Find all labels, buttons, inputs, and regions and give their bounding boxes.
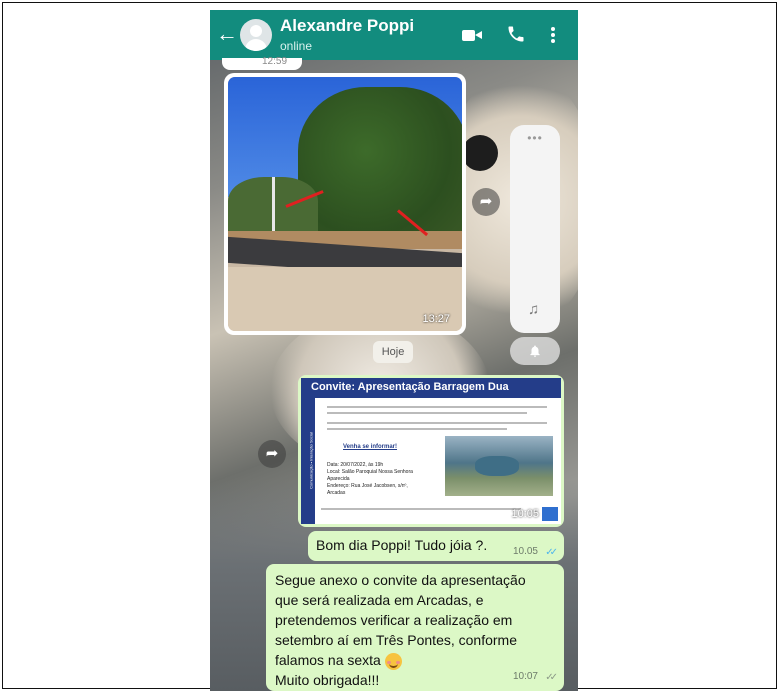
message-line: setembro aí em Três Pontes, conforme [275, 632, 517, 648]
invitation-header-prefix: Convite: [311, 381, 355, 393]
dam-reservoir [475, 456, 519, 476]
phone-icon[interactable] [506, 24, 530, 46]
contact-status: online [280, 39, 313, 53]
invitation-image[interactable]: Convite: Apresentação Barragem Dua Comun… [301, 378, 561, 524]
previous-message-time: 12:59 [262, 56, 288, 67]
chat-screen: ← Alexandre Poppi online 12:59 13:27 ➦ •… [210, 10, 578, 691]
more-dot [551, 27, 555, 31]
forward-icon[interactable]: ➦ [472, 188, 500, 216]
photo-pole [272, 177, 275, 237]
chat-header: ← Alexandre Poppi online [210, 10, 578, 60]
date-separator: Hoje [373, 341, 413, 363]
outgoing-message[interactable]: Segue anexo o convite da apresentação qu… [266, 564, 564, 691]
invitation-cta: Venha se informar! [343, 444, 398, 450]
message-time: 10:07 [512, 671, 538, 682]
message-text: Segue anexo o convite da apresentação qu… [275, 570, 543, 690]
invitation-detail-line: Data: 20/07/2022, às 19h [327, 462, 384, 468]
invitation-footer-line [321, 508, 521, 510]
message-time: 10.05 [512, 546, 538, 557]
photo-attachment[interactable]: 13:27 [228, 77, 462, 331]
bell-glyph [530, 345, 540, 357]
invitation-dam-photo [445, 436, 553, 496]
invitation-text-line [327, 428, 507, 430]
invitation-header-title: Apresentação Barragem Dua [357, 381, 509, 393]
video-call-lens [475, 31, 482, 39]
message-line: que será realizada em Arcadas, e [275, 592, 484, 608]
message-line: falamos na sexta [275, 650, 543, 670]
phone-glyph [508, 26, 524, 42]
bell-icon[interactable] [510, 337, 560, 365]
video-call-icon[interactable] [460, 24, 484, 46]
read-receipt-icon: ✓✓ [545, 547, 558, 558]
message-text: Bom dia Poppi! Tudo jóia ?. [316, 537, 488, 553]
music-note-icon[interactable]: ♫ [528, 301, 539, 318]
document-message-time: 10:05 [511, 508, 539, 520]
document-message[interactable]: Convite: Apresentação Barragem Dua Comun… [298, 375, 564, 527]
image-message-time: 13:27 [422, 313, 450, 325]
invitation-text-line [327, 412, 527, 414]
message-line-text: falamos na sexta [275, 652, 381, 668]
smiling-face-emoji-icon [384, 652, 402, 670]
message-line: pretendemos verificar a realização em [275, 612, 513, 628]
more-dot [551, 33, 555, 37]
forward-icon[interactable]: ➦ [258, 440, 286, 468]
contact-name[interactable]: Alexandre Poppi [280, 16, 414, 36]
invitation-logo [542, 507, 558, 521]
message-line: Segue anexo o convite da apresentação [275, 572, 526, 588]
back-arrow-icon[interactable]: ← [216, 22, 238, 46]
avatar-body [245, 39, 267, 51]
image-message[interactable]: 13:27 [224, 73, 466, 335]
invitation-details: Data: 20/07/2022, às 19h Local: Salão Pa… [327, 462, 417, 497]
panel-more-icon[interactable]: ••• [510, 131, 560, 145]
invitation-side-text: Comunicação • Interação Social [308, 432, 314, 489]
avatar[interactable] [240, 19, 272, 51]
invitation-header: Convite: Apresentação Barragem Dua [301, 378, 561, 398]
volume-panel[interactable]: ••• ♫ [510, 125, 560, 333]
avatar-head [250, 25, 262, 37]
delivered-receipt-icon: ✓✓ [545, 672, 558, 683]
photo-trees [298, 87, 462, 247]
video-call-body [462, 30, 475, 41]
invitation-text-line [327, 422, 547, 424]
more-dot [551, 39, 555, 43]
invitation-side-band: Comunicação • Interação Social [301, 398, 315, 524]
invitation-detail-line: Endereço: Rua José Jacobsen, s/nº, Arcad… [327, 483, 408, 496]
message-closing: Muito obrigada!!! [275, 672, 380, 688]
invitation-detail-line: Local: Salão Paroquial Nossa Senhora Apa… [327, 469, 413, 482]
invitation-text-line [327, 406, 547, 408]
more-options-icon[interactable] [548, 24, 558, 46]
outgoing-message[interactable]: Bom dia Poppi! Tudo jóia ?. 10.05 ✓✓ [308, 531, 564, 561]
wallpaper-detail [462, 135, 498, 171]
